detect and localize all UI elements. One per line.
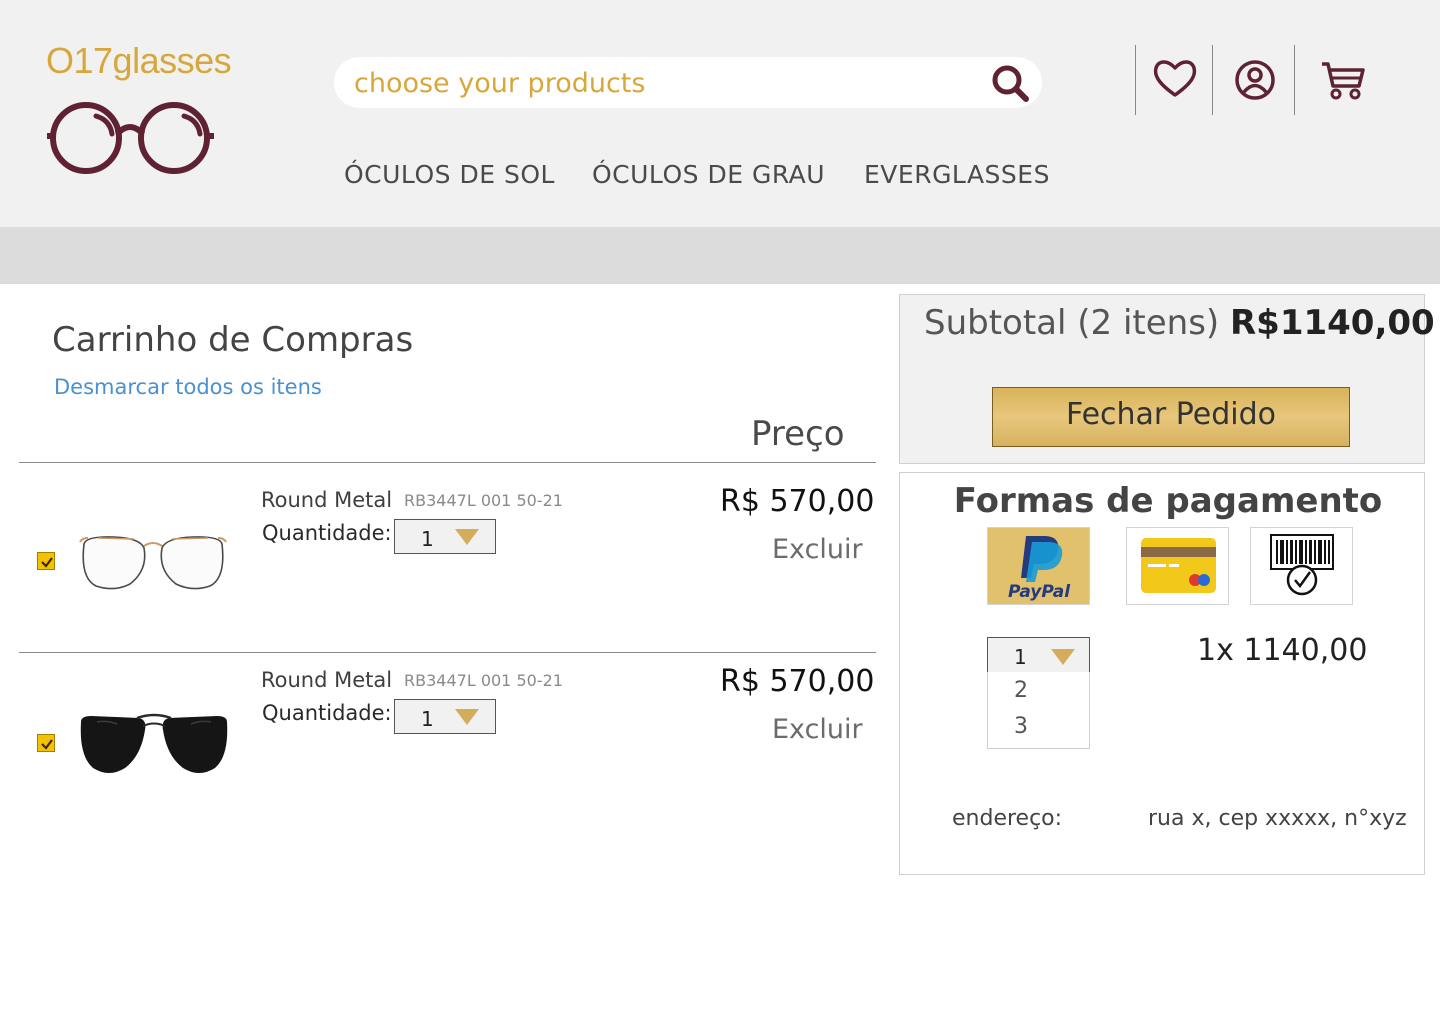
item-checkbox[interactable] [37, 734, 55, 752]
checkmark-icon [41, 739, 53, 750]
paypal-text: PayPal [1008, 582, 1071, 602]
installments-select[interactable]: 1 [987, 637, 1090, 673]
product-price: R$ 570,00 [720, 664, 875, 699]
heart-icon[interactable] [1152, 57, 1198, 99]
quantity-value: 1 [421, 527, 434, 551]
paypal-logo-icon: PayPal [1008, 536, 1071, 602]
credit-card-option[interactable] [1126, 527, 1229, 605]
product-name[interactable]: Round Metal [261, 488, 392, 512]
deselect-all-link[interactable]: Desmarcar todos os itens [54, 375, 322, 399]
subtotal-panel: Subtotal (2 itens) R$1140,00 Fechar Pedi… [899, 294, 1435, 464]
round-metal-glasses-image[interactable] [78, 530, 228, 592]
checkmark-icon [41, 557, 53, 568]
quantity-value: 1 [421, 707, 434, 731]
address-value: rua x, cep xxxxx, n°xyz [1148, 806, 1407, 831]
delete-item-link[interactable]: Excluir [772, 534, 863, 565]
search-bar [334, 57, 1042, 108]
product-price: R$ 570,00 [720, 484, 875, 519]
delete-item-link[interactable]: Excluir [772, 714, 863, 745]
product-code: RB3447L 001 50-21 [404, 491, 563, 510]
subtotal-line: Subtotal (2 itens) R$1140,00 [924, 303, 1435, 343]
boleto-option[interactable] [1250, 527, 1353, 605]
checkout-button-label: Fechar Pedido [1065, 397, 1277, 432]
address-label: endereço: [952, 806, 1063, 831]
nav-everglasses[interactable]: EVERGLASSES [864, 160, 1050, 189]
logo-text[interactable]: O17glasses [46, 40, 232, 82]
search-icon[interactable] [990, 63, 1032, 103]
divider [19, 462, 876, 463]
chevron-down-icon [455, 709, 479, 725]
installments-value: 1 [1014, 645, 1027, 669]
user-icon[interactable] [1234, 59, 1276, 101]
product-code: RB3447L 001 50-21 [404, 671, 563, 690]
logo-glasses-icon[interactable] [44, 98, 216, 178]
header-divider [1294, 45, 1295, 115]
installments-option[interactable]: 2 [1014, 678, 1028, 703]
item-checkbox[interactable] [37, 552, 55, 570]
chevron-down-icon [455, 529, 479, 545]
cart-icon[interactable] [1319, 58, 1367, 102]
nav-oculos-de-sol[interactable]: ÓCULOS DE SOL [344, 160, 555, 189]
site-header: O17glasses ÓCULOS DE SOL ÓCULOS DE GRAU … [0, 0, 1440, 227]
payment-panel: Formas de pagamento PayPal 1 2 3 1x 1140… [899, 472, 1425, 875]
subtotal-value: R$1140,00 [1230, 303, 1435, 343]
barcode-icon [1270, 534, 1334, 596]
quantity-label: Quantidade: [262, 701, 392, 725]
quantity-select[interactable]: 1 [394, 519, 496, 554]
paypal-option[interactable]: PayPal [987, 527, 1090, 605]
installment-amount: 1x 1140,00 [1197, 633, 1368, 668]
secondary-bar [0, 227, 1440, 284]
checkout-button[interactable]: Fechar Pedido [992, 387, 1350, 447]
search-input[interactable] [354, 63, 974, 103]
nav-oculos-de-grau[interactable]: ÓCULOS DE GRAU [592, 160, 825, 189]
cart-title: Carrinho de Compras [52, 320, 414, 360]
price-column-header: Preço [751, 414, 845, 454]
installments-dropdown: 2 3 [987, 672, 1090, 749]
credit-card-icon [1141, 538, 1216, 593]
product-name[interactable]: Round Metal [261, 668, 392, 692]
divider [19, 652, 876, 653]
chevron-down-icon [1051, 649, 1075, 665]
header-divider [1212, 45, 1213, 115]
payment-title: Formas de pagamento [953, 481, 1383, 521]
quantity-select[interactable]: 1 [394, 699, 496, 734]
quantity-label: Quantidade: [262, 521, 392, 545]
header-divider [1135, 45, 1136, 115]
aviator-sunglasses-image[interactable] [77, 708, 231, 778]
subtotal-label: Subtotal (2 itens) [924, 303, 1230, 343]
installments-option[interactable]: 3 [1014, 714, 1028, 739]
